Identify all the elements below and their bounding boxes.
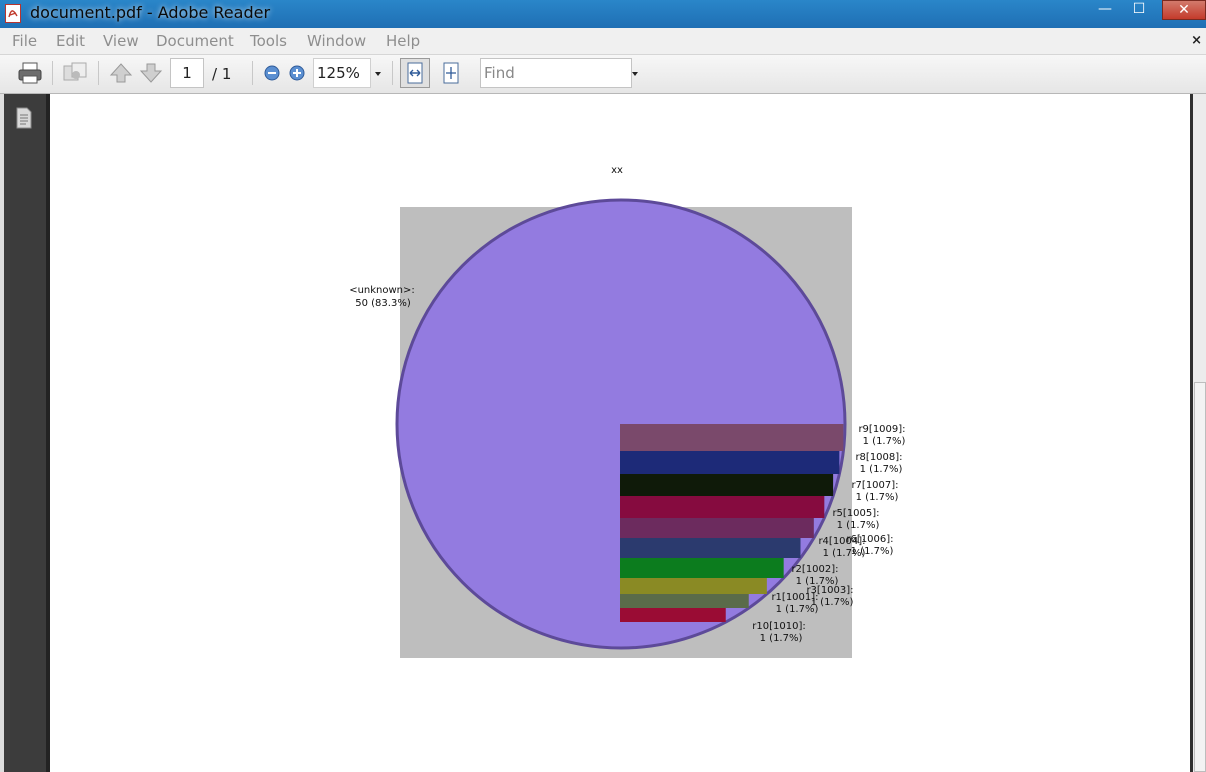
menu-edit[interactable]: Edit — [56, 32, 85, 50]
pie-slice-r101010 — [620, 608, 726, 622]
menu-view[interactable]: View — [103, 32, 139, 50]
panel-edge — [0, 94, 4, 772]
previous-page-icon[interactable] — [107, 59, 135, 87]
minimize-button[interactable]: — — [1090, 0, 1120, 18]
toolbar-separator — [98, 61, 99, 85]
pie-slice-r21002 — [620, 558, 784, 578]
slice-label-r11001: r1[1001]: — [771, 592, 818, 603]
slice-value-r11001: 1 (1.7%) — [776, 604, 819, 615]
pie-slice-r51005 — [620, 496, 825, 518]
scrollbar-thumb[interactable] — [1194, 382, 1206, 772]
slice-label-unknown: <unknown>: — [349, 285, 415, 296]
menu-help[interactable]: Help — [386, 32, 420, 50]
pie-slice-r11001 — [620, 594, 749, 608]
slice-label-r101010: r10[1010]: — [752, 621, 805, 632]
pie-slice-r81008 — [620, 451, 840, 474]
close-document-icon[interactable]: × — [1191, 33, 1202, 48]
pie-slice-r61006 — [620, 518, 814, 538]
menu-tools[interactable]: Tools — [250, 32, 287, 50]
pages-panel-icon[interactable] — [14, 107, 34, 133]
find-input[interactable]: Find — [480, 58, 632, 88]
toolbar-separator — [52, 61, 53, 85]
navigation-panel — [0, 94, 46, 772]
pie-slice-r71007 — [620, 474, 834, 496]
toolbar: 1 / 1 125% Find — [0, 55, 1206, 94]
menu-file[interactable]: File — [12, 32, 37, 50]
slice-value-r51005: 1 (1.7%) — [837, 520, 880, 531]
slice-value-unknown: 50 (83.3%) — [355, 298, 411, 309]
page-total: / 1 — [212, 65, 232, 83]
vertical-scrollbar[interactable] — [1190, 94, 1206, 772]
slice-value-r41004: 1 (1.7%) — [823, 548, 866, 559]
chart-title: xx — [611, 165, 623, 176]
close-button[interactable]: ✕ — [1162, 0, 1206, 20]
pie-chart: xx <unknown>:50 (83.3%)r9[1009]:1 (1.7%)… — [349, 165, 906, 658]
pie-slice-r31003 — [620, 578, 767, 594]
slice-value-r81008: 1 (1.7%) — [860, 464, 903, 475]
fit-width-icon[interactable] — [400, 58, 430, 88]
zoom-out-icon[interactable] — [258, 59, 286, 87]
collaborate-icon[interactable] — [61, 59, 89, 87]
next-page-icon[interactable] — [137, 59, 165, 87]
menu-document[interactable]: Document — [156, 32, 234, 50]
slice-label-r71007: r7[1007]: — [851, 480, 898, 491]
window-title: document.pdf - Adobe Reader — [30, 3, 271, 22]
slice-value-r71007: 1 (1.7%) — [856, 492, 899, 503]
slice-label-r81008: r8[1008]: — [855, 452, 902, 463]
menu-bar: File Edit View Document Tools Window Hel… — [0, 28, 1206, 55]
slice-label-r41004: r4[1004]: — [818, 536, 865, 547]
zoom-dropdown-icon[interactable] — [375, 72, 381, 76]
zoom-level-input[interactable]: 125% — [313, 58, 371, 88]
print-icon[interactable] — [16, 59, 44, 87]
menu-window[interactable]: Window — [307, 32, 366, 50]
document-page: xx <unknown>: 50 (83.3%) r9[1009]: 1 (1.7%)… — [46, 94, 1192, 772]
fit-page-icon[interactable] — [437, 59, 465, 87]
title-bar: document.pdf - Adobe Reader — ☐ ✕ — [0, 0, 1206, 28]
pie-slice-r91009 — [620, 424, 844, 451]
toolbar-separator — [252, 61, 253, 85]
slice-value-r91009: 1 (1.7%) — [863, 436, 906, 447]
slice-value-r101010: 1 (1.7%) — [760, 633, 803, 644]
slice-label-r21002: r2[1002]: — [791, 564, 838, 575]
find-dropdown-icon[interactable] — [632, 72, 638, 76]
toolbar-separator — [392, 61, 393, 85]
chart-marks — [395, 198, 847, 650]
slice-label-r51005: r5[1005]: — [832, 508, 879, 519]
pie-slice-r41004 — [620, 538, 801, 558]
pdf-file-icon — [5, 4, 21, 23]
maximize-button[interactable]: ☐ — [1124, 0, 1154, 18]
zoom-in-icon[interactable] — [283, 59, 311, 87]
page-number-input[interactable]: 1 — [170, 58, 204, 88]
slice-label-r91009: r9[1009]: — [858, 424, 905, 435]
